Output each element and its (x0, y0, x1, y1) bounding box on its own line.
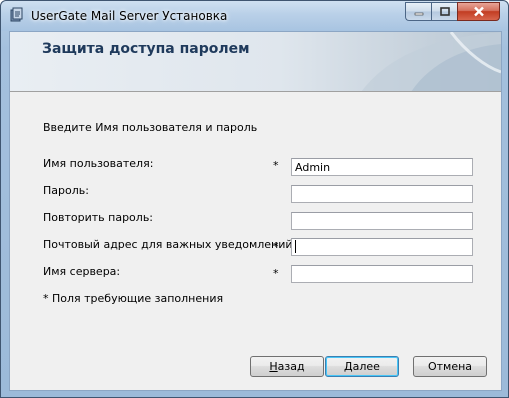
maximize-button[interactable] (431, 2, 457, 21)
notification-email-input[interactable] (291, 238, 473, 256)
back-access-key: Н (269, 360, 278, 373)
installer-window: UserGate Mail Server Установка Защита до… (0, 0, 509, 398)
wizard-panel: Защита доступа паролем Введите Имя польз… (9, 31, 502, 391)
password-input[interactable] (291, 185, 473, 203)
notification-email-label: Почтовый адрес для важных уведомлений: (43, 238, 297, 251)
repeat-password-input[interactable] (291, 212, 473, 230)
next-access-key: Д (344, 360, 353, 373)
notification-email-required-mark: * (273, 240, 279, 253)
username-required-mark: * (273, 159, 279, 172)
next-button[interactable]: Далее (325, 356, 399, 377)
minimize-icon (414, 12, 423, 15)
cancel-button[interactable]: Отмена (413, 356, 487, 377)
close-icon (473, 6, 484, 17)
server-name-required-mark: * (273, 267, 279, 280)
text-caret (295, 240, 296, 253)
banner-graphic (361, 32, 501, 91)
title-bar[interactable]: UserGate Mail Server Установка (1, 1, 508, 31)
username-input[interactable] (291, 158, 473, 176)
maximize-icon (439, 7, 450, 16)
back-button[interactable]: Назад (250, 356, 324, 377)
repeat-password-label: Повторить пароль: (43, 211, 154, 224)
minimize-button[interactable] (405, 2, 431, 21)
next-label: алее (352, 360, 380, 373)
required-fields-note: * Поля требующие заполнения (43, 292, 224, 305)
password-label: Пароль: (43, 184, 89, 197)
installer-icon (9, 7, 25, 23)
username-label: Имя пользователя: (43, 157, 154, 170)
caption-buttons (405, 2, 500, 21)
server-name-input[interactable] (291, 265, 473, 283)
back-label: азад (277, 360, 305, 373)
page-title: Защита доступа паролем (42, 41, 250, 57)
instruction-text: Введите Имя пользователя и пароль (43, 121, 258, 134)
wizard-banner: Защита доступа паролем (10, 32, 501, 92)
server-name-label: Имя сервера: (43, 265, 121, 278)
close-button[interactable] (457, 2, 500, 21)
window-title: UserGate Mail Server Установка (31, 9, 228, 23)
